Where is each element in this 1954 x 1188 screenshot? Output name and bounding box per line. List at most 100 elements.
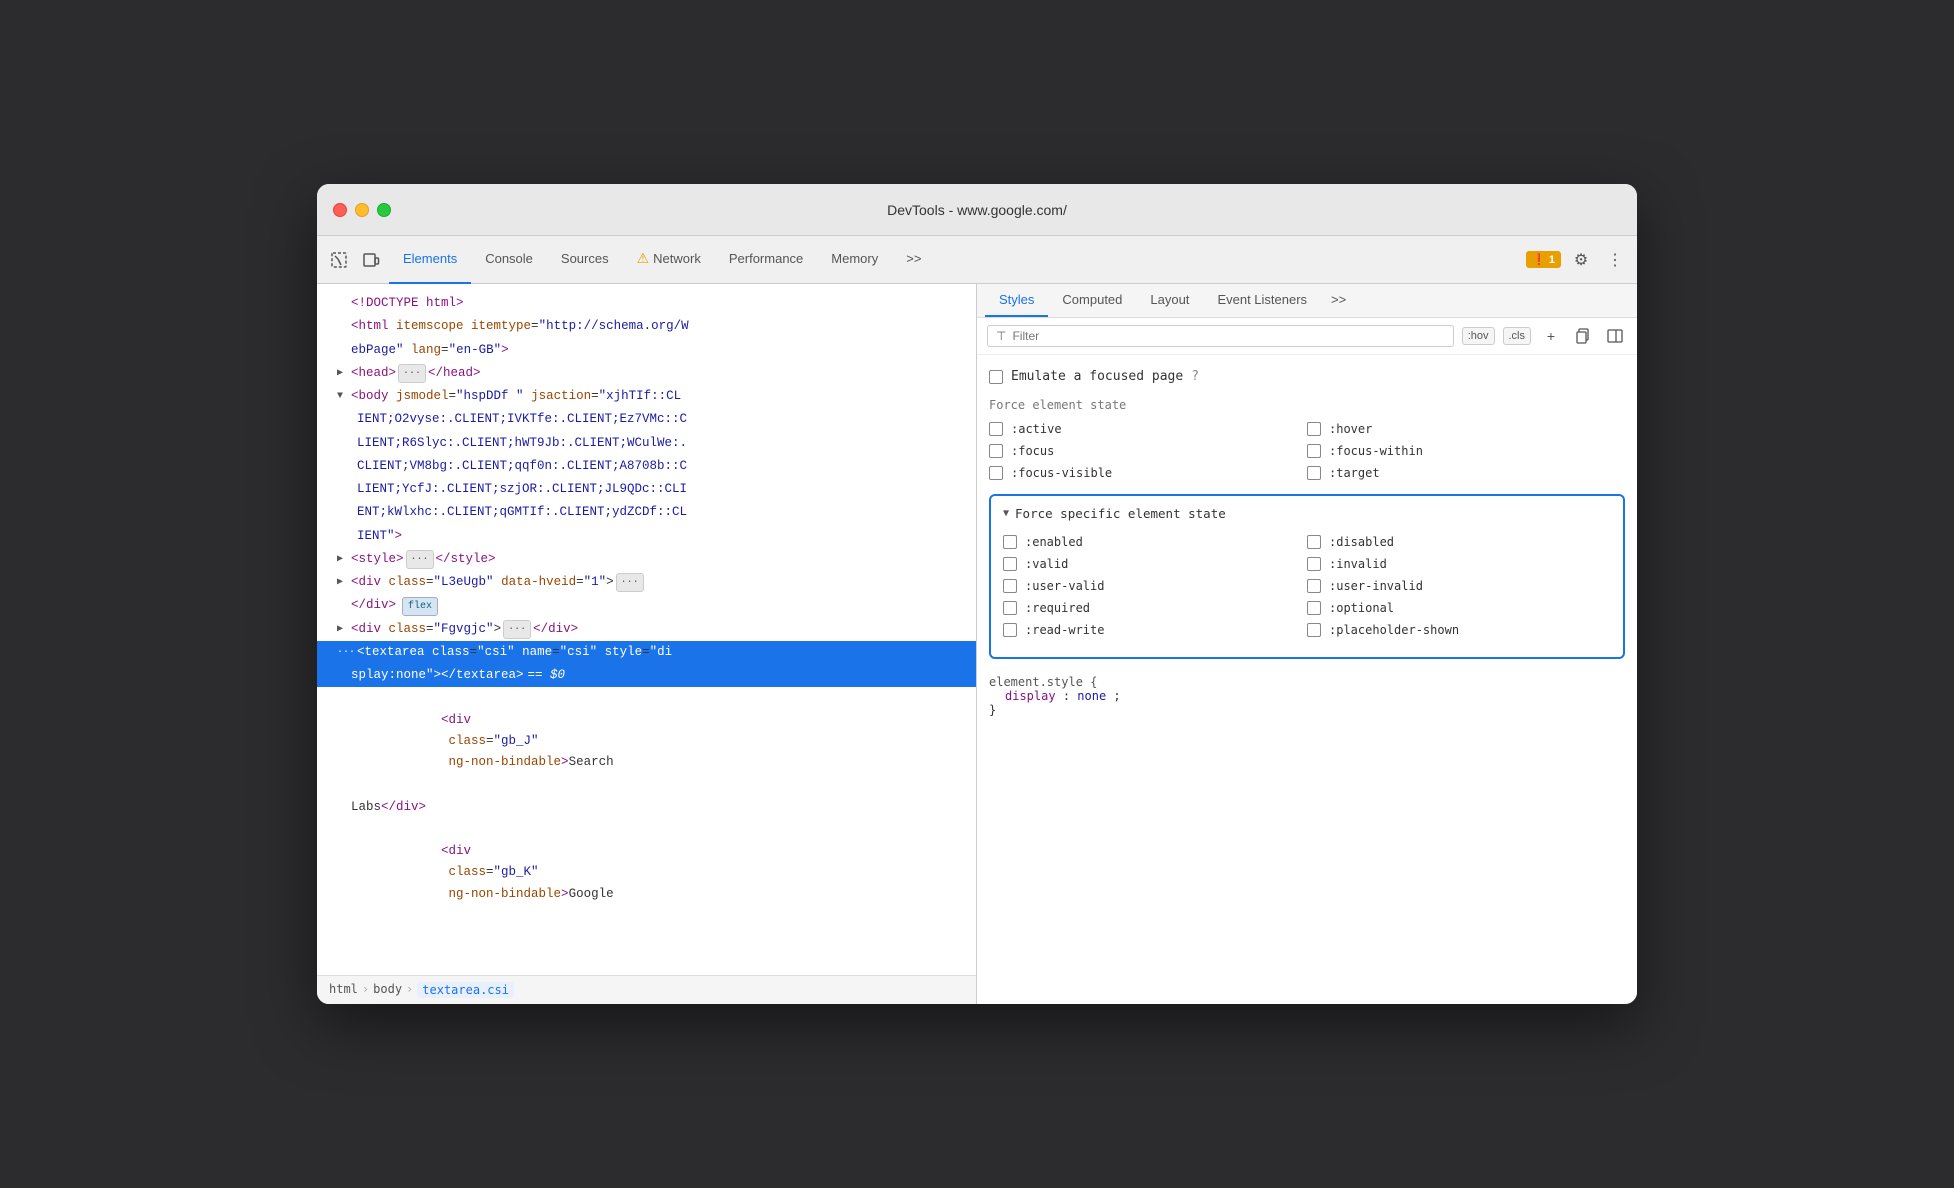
add-style-icon[interactable]: + [1539,324,1563,348]
tab-network[interactable]: ⚠ Network [623,236,715,284]
emulate-focused-row: Emulate a focused page ? [989,363,1625,390]
styles-toolbar: ⊤ :hov .cls + [977,318,1637,355]
devtools-toolbar: Elements Console Sources ⚠ Network Perfo… [317,236,1637,284]
emulate-focused-checkbox[interactable] [989,370,1003,384]
state-enabled: :enabled [1003,533,1307,551]
state-optional: :optional [1307,599,1611,617]
dom-line-body-c1: IENT;O2vyse:.CLIENT;IVKTfe:.CLIENT;Ez7VM… [317,408,976,431]
force-element-state-label: Force element state [989,390,1625,416]
traffic-lights [333,203,391,217]
cls-button[interactable]: .cls [1503,327,1532,345]
arrow-right-icon[interactable]: ▶ [337,574,351,591]
force-specific-section: ▼ Force specific element state :enabled … [989,494,1625,659]
state-valid: :valid [1003,555,1307,573]
css-value: none [1077,689,1106,703]
close-button[interactable] [333,203,347,217]
state-focus-visible-checkbox[interactable] [989,466,1003,480]
filter-input[interactable] [1012,329,1444,343]
tab-sources[interactable]: Sources [547,236,623,284]
breadcrumb-bar: html › body › textarea.csi [317,975,976,1004]
dom-line-style: ▶ <style>···</style> [317,548,976,571]
tab-elements[interactable]: Elements [389,236,471,284]
network-warning-icon: ⚠ [637,250,650,267]
state-hover: :hover [1307,420,1625,438]
dom-line-body-c2: LIENT;R6Slyc:.CLIENT;hWT9Jb:.CLIENT;WCul… [317,432,976,455]
force-specific-header: ▼ Force specific element state [1003,506,1611,521]
breadcrumb-body[interactable]: body [373,982,402,998]
state-disabled-checkbox[interactable] [1307,535,1321,549]
dom-line-labs: Labs</div> [317,796,976,819]
state-focus-within: :focus-within [1307,442,1625,460]
state-required-checkbox[interactable] [1003,601,1017,615]
state-placeholder-shown: :placeholder-shown [1307,621,1611,639]
state-user-invalid: :user-invalid [1307,577,1611,595]
tab-layout[interactable]: Layout [1136,284,1203,317]
inspect-icon[interactable] [325,246,353,274]
toggle-sidebar-icon[interactable] [1603,324,1627,348]
state-invalid-checkbox[interactable] [1307,557,1321,571]
state-enabled-checkbox[interactable] [1003,535,1017,549]
tab-event-listeners[interactable]: Event Listeners [1203,284,1321,317]
styles-tab-more[interactable]: >> [1321,284,1356,317]
dom-line-html-cont: ebPage" lang="en-GB"> [317,339,976,362]
settings-icon[interactable]: ⚙ [1567,246,1595,274]
minimize-button[interactable] [355,203,369,217]
help-icon[interactable]: ? [1191,369,1199,384]
dom-panel: <!DOCTYPE html> <html itemscope itemtype… [317,284,977,1004]
state-user-invalid-checkbox[interactable] [1307,579,1321,593]
state-read-write-checkbox[interactable] [1003,623,1017,637]
more-options-icon[interactable]: ⋮ [1601,246,1629,274]
filter-icon: ⊤ [996,329,1006,343]
tab-memory[interactable]: Memory [817,236,892,284]
css-close-brace: } [989,703,1625,717]
dom-line-textarea-cont[interactable]: splay:none"></textarea> == $0 [317,664,976,687]
tab-computed[interactable]: Computed [1048,284,1136,317]
error-badge[interactable]: ❗ 1 [1526,251,1561,268]
state-target-checkbox[interactable] [1307,466,1321,480]
dom-line-html: <html itemscope itemtype="http://schema.… [317,315,976,338]
devtools-body: <!DOCTYPE html> <html itemscope itemtype… [317,284,1637,1004]
state-hover-checkbox[interactable] [1307,422,1321,436]
tab-performance[interactable]: Performance [715,236,817,284]
state-focus-checkbox[interactable] [989,444,1003,458]
state-read-write: :read-write [1003,621,1307,639]
copy-styles-icon[interactable] [1571,324,1595,348]
arrow-right-icon[interactable]: ▶ [337,365,351,382]
tab-styles[interactable]: Styles [985,284,1048,317]
state-valid-checkbox[interactable] [1003,557,1017,571]
element-style-block: element.style { display : none ; } [989,671,1625,721]
state-user-valid: :user-valid [1003,577,1307,595]
breadcrumb-textarea[interactable]: textarea.csi [417,982,514,998]
dom-content[interactable]: <!DOCTYPE html> <html itemscope itemtype… [317,284,976,975]
dom-line-doctype: <!DOCTYPE html> [317,292,976,315]
collapse-icon[interactable]: ▼ [1003,508,1009,519]
arrow-icon[interactable] [337,318,351,335]
dom-line-textarea[interactable]: ··· <textarea class="csi" name="csi" sty… [317,641,976,664]
state-placeholder-shown-checkbox[interactable] [1307,623,1321,637]
arrow-down-icon[interactable]: ▼ [337,388,351,405]
device-toolbar-icon[interactable] [357,246,385,274]
maximize-button[interactable] [377,203,391,217]
arrow-right-icon[interactable]: ▶ [337,621,351,638]
force-specific-grid: :enabled :disabled :valid :invalid [1003,529,1611,647]
state-focus: :focus [989,442,1307,460]
state-focus-within-checkbox[interactable] [1307,444,1321,458]
emulate-focused-label: Emulate a focused page [1011,369,1183,384]
arrow-icon[interactable] [337,295,351,312]
dom-line-body: ▼ <body jsmodel="hspDDf " jsaction="xjhT… [317,385,976,408]
filter-box: ⊤ [987,325,1454,347]
tab-console[interactable]: Console [471,236,547,284]
arrow-right-icon[interactable]: ▶ [337,551,351,568]
hov-button[interactable]: :hov [1462,327,1495,345]
state-optional-checkbox[interactable] [1307,601,1321,615]
css-rule: display : none ; [989,689,1625,703]
state-required: :required [1003,599,1307,617]
tab-list: Elements Console Sources ⚠ Network Perfo… [389,236,1522,284]
state-focus-visible: :focus-visible [989,464,1307,482]
state-active-checkbox[interactable] [989,422,1003,436]
styles-tabs: Styles Computed Layout Event Listeners >… [977,284,1637,318]
tab-more[interactable]: >> [892,236,935,284]
state-user-valid-checkbox[interactable] [1003,579,1017,593]
styles-content: Emulate a focused page ? Force element s… [977,355,1637,1004]
breadcrumb-html[interactable]: html [329,982,358,998]
